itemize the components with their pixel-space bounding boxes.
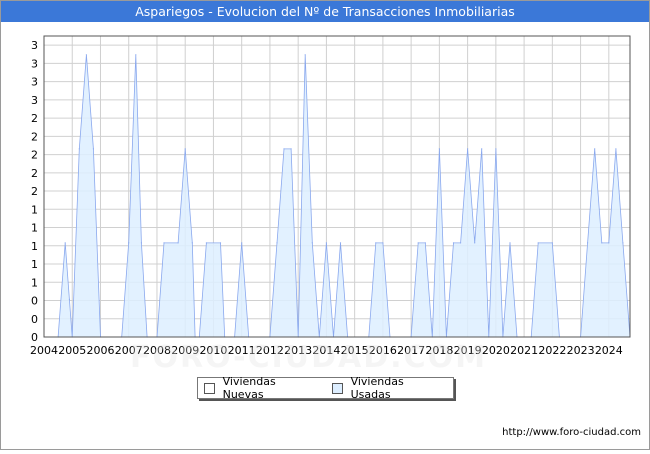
data-point-usadas: [276, 242, 278, 244]
data-point-usadas: [417, 242, 419, 244]
data-point-usadas: [608, 242, 610, 244]
y-tick-label: 2: [31, 167, 38, 180]
data-point-usadas: [481, 148, 483, 150]
data-point-usadas: [382, 242, 384, 244]
data-point-usadas: [92, 148, 94, 150]
data-point-usadas: [594, 148, 596, 150]
data-point-usadas: [325, 242, 327, 244]
x-tick-label: 2023: [567, 344, 595, 357]
legend-item-nuevas: Viviendas Nuevas: [204, 375, 316, 401]
legend-label-nuevas: Viviendas Nuevas: [222, 375, 276, 401]
data-point-usadas: [219, 242, 222, 244]
data-point-usadas: [509, 242, 511, 244]
data-point-usadas: [304, 54, 306, 56]
y-tick-label: 0: [31, 295, 38, 308]
y-tick-label: 3: [31, 76, 38, 89]
data-point-usadas: [135, 54, 137, 56]
y-tick-label: 3: [31, 94, 38, 107]
x-tick-label: 2024: [595, 344, 623, 357]
data-point-usadas: [339, 242, 342, 244]
data-point-usadas: [177, 242, 179, 244]
x-tick-label: 2022: [538, 344, 566, 357]
x-tick-label: 2005: [58, 344, 86, 357]
data-point-usadas: [424, 242, 426, 244]
y-tick-label: 2: [31, 112, 38, 125]
data-point-usadas: [311, 242, 313, 244]
data-point-usadas: [128, 242, 130, 244]
data-point-usadas: [191, 242, 193, 244]
data-point-usadas: [537, 242, 539, 244]
legend-label-usadas: Viviendas Usadas: [350, 375, 404, 401]
data-point-usadas: [495, 148, 497, 150]
legend-swatch-usadas: [331, 382, 343, 394]
data-point-usadas: [587, 242, 589, 244]
x-tick-label: 2004: [30, 344, 58, 357]
x-tick-label: 2006: [86, 344, 114, 357]
y-tick-label: 1: [31, 203, 38, 216]
data-point-usadas: [163, 242, 165, 244]
data-point-usadas: [375, 242, 377, 244]
data-point-usadas: [140, 242, 142, 244]
data-point-usadas: [290, 148, 292, 150]
watermark: FORO-CIUDAD.COM: [130, 340, 487, 375]
source-url: http://www.foro-ciudad.com: [502, 427, 641, 438]
x-tick-label: 2021: [510, 344, 538, 357]
data-point-usadas: [460, 242, 462, 244]
data-point-usadas: [78, 148, 80, 150]
data-point-usadas: [184, 148, 186, 150]
y-tick-label: 2: [31, 149, 38, 162]
y-tick-label: 1: [31, 258, 38, 271]
data-point-usadas: [615, 148, 617, 150]
data-point-usadas: [438, 148, 440, 150]
y-tick-label: 0: [31, 313, 38, 326]
y-tick-label: 1: [31, 222, 38, 235]
data-point-usadas: [452, 242, 455, 244]
data-point-usadas: [68, 298, 70, 300]
legend-item-usadas: Viviendas Usadas: [331, 375, 443, 401]
y-tick-label: 1: [31, 276, 38, 289]
data-point-usadas: [474, 242, 476, 244]
y-tick-label: 2: [31, 130, 38, 143]
y-tick-label: 1: [31, 240, 38, 253]
data-point-usadas: [467, 148, 469, 150]
y-tick-label: 3: [31, 57, 38, 70]
data-point-usadas: [205, 242, 207, 244]
legend-swatch-nuevas: [204, 382, 215, 394]
data-point-usadas: [551, 242, 553, 244]
data-point-usadas: [283, 148, 285, 150]
data-point-usadas: [64, 242, 66, 244]
data-point-usadas: [622, 242, 624, 244]
data-point-usadas: [601, 242, 603, 244]
y-tick-label: 3: [31, 39, 38, 52]
y-tick-label: 0: [31, 331, 38, 344]
data-point-usadas: [85, 54, 87, 56]
legend: Viviendas Nuevas Viviendas Usadas: [197, 375, 454, 401]
data-point-usadas: [241, 242, 243, 244]
y-tick-label: 2: [31, 185, 38, 198]
